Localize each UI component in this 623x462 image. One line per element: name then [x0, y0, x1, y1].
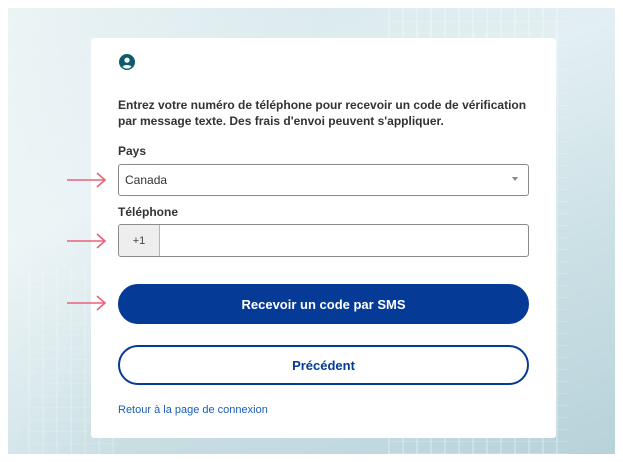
- country-code-prefix: +1: [119, 225, 160, 256]
- chevron-down-icon: [512, 177, 518, 181]
- previous-button[interactable]: Précédent: [118, 345, 529, 385]
- arrow-right-icon: [67, 233, 107, 249]
- intro-text: Entrez votre numéro de téléphone pour re…: [118, 98, 527, 128]
- phone-field-group: +1: [118, 224, 529, 257]
- send-sms-code-button[interactable]: Recevoir un code par SMS: [118, 284, 529, 324]
- country-select-value: Canada: [125, 173, 168, 187]
- user-circle-icon: [119, 54, 135, 70]
- arrow-right-icon: [67, 295, 107, 311]
- arrow-right-icon: [67, 172, 107, 188]
- phone-input[interactable]: [160, 225, 528, 256]
- country-label: Pays: [118, 144, 147, 158]
- back-to-login-link[interactable]: Retour à la page de connexion: [118, 404, 268, 416]
- country-select[interactable]: Canada: [118, 164, 529, 196]
- phone-label: Téléphone: [118, 205, 179, 219]
